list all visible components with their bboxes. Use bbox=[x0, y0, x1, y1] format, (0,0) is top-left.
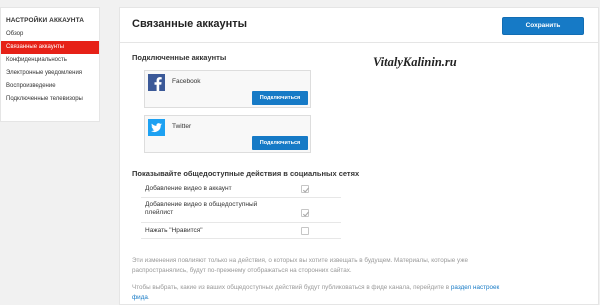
public-action-row: Нажать "Нравится" bbox=[141, 223, 341, 239]
public-action-row: Добавление видео в аккаунт bbox=[141, 181, 341, 198]
sidebar-item-email-notifications[interactable]: Электронные уведомления bbox=[1, 67, 99, 80]
public-action-label: Добавление видео в общедоступный плейлис… bbox=[145, 201, 258, 216]
public-action-label: Добавление видео в аккаунт bbox=[145, 185, 232, 192]
facebook-account-card: Facebook Подключиться bbox=[144, 70, 311, 108]
sidebar-item-linked-accounts[interactable]: Связанные аккаунты bbox=[1, 41, 99, 54]
like-checkbox[interactable] bbox=[301, 227, 309, 235]
twitter-account-card: Twitter Подключиться bbox=[144, 115, 311, 153]
main-panel: Связанные аккаунты Сохранить Подключенны… bbox=[119, 7, 599, 305]
save-button[interactable]: Сохранить bbox=[502, 17, 584, 35]
sidebar-item-playback[interactable]: Воспроизведение bbox=[1, 80, 99, 93]
sidebar-title: НАСТРОЙКИ АККАУНТА bbox=[6, 17, 85, 24]
add-video-playlist-checkbox[interactable] bbox=[301, 209, 310, 217]
page-title: Связанные аккаунты bbox=[132, 18, 248, 30]
public-actions-table: Добавление видео в аккаунт Добавление ви… bbox=[141, 181, 341, 239]
twitter-connect-button[interactable]: Подключиться bbox=[252, 136, 308, 150]
public-action-row: Добавление видео в общедоступный плейлис… bbox=[141, 198, 341, 223]
facebook-account-name: Facebook bbox=[172, 78, 201, 85]
feed-note-end: . bbox=[147, 293, 150, 301]
sidebar-item-privacy[interactable]: Конфиденциальность bbox=[1, 54, 99, 67]
sidebar-item-connected-tvs[interactable]: Подключенные телевизоры bbox=[1, 93, 99, 106]
settings-sidebar: НАСТРОЙКИ АККАУНТА Обзор Связанные аккау… bbox=[0, 7, 100, 122]
connected-accounts-heading: Подключенные аккаунты bbox=[132, 53, 227, 62]
sidebar-item-overview[interactable]: Обзор bbox=[1, 28, 99, 41]
public-action-label: Нажать "Нравится" bbox=[145, 227, 203, 234]
page-header: Связанные аккаунты Сохранить bbox=[120, 8, 598, 43]
add-video-account-checkbox[interactable] bbox=[301, 185, 310, 193]
site-watermark: VitalyKalinin.ru bbox=[373, 55, 457, 69]
feed-note-text: Чтобы выбрать, какие из ваших общедоступ… bbox=[132, 284, 451, 291]
changes-note: Эти изменения повлияют только на действи… bbox=[132, 257, 468, 274]
twitter-icon bbox=[148, 119, 165, 136]
feed-note: Чтобы выбрать, какие из ваших общедоступ… bbox=[132, 283, 507, 302]
twitter-account-name: Twitter bbox=[172, 123, 192, 130]
public-actions-heading: Показывайте общедоступные действия в соц… bbox=[132, 169, 360, 178]
facebook-connect-button[interactable]: Подключиться bbox=[252, 91, 308, 105]
facebook-icon bbox=[148, 74, 165, 91]
